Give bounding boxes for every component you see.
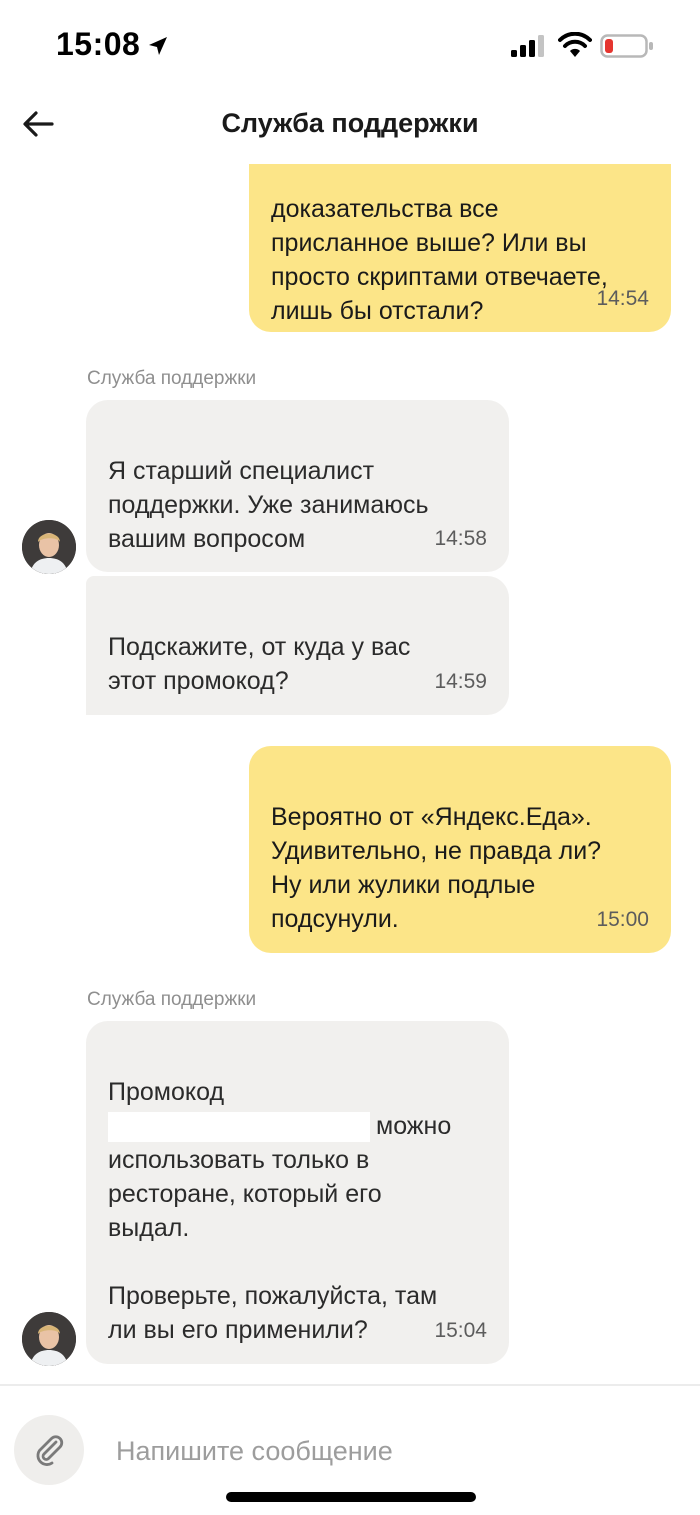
message-text-line: можно	[376, 1112, 452, 1140]
home-indicator[interactable]	[226, 1492, 476, 1502]
message-time: 14:59	[434, 670, 487, 693]
incoming-message[interactable]: Подскажите, от куда у вас этот промокод?…	[86, 576, 509, 715]
message-input[interactable]	[104, 1420, 664, 1482]
message-time: 15:00	[596, 908, 649, 931]
paperclip-icon	[36, 1435, 64, 1466]
page-title: Служба поддержки	[221, 108, 479, 138]
outgoing-message[interactable]: Вероятно от «Яндекс.Еда». Удивительно, н…	[249, 746, 671, 953]
composer-divider	[0, 1384, 700, 1386]
status-bar: 15:08	[0, 0, 700, 92]
status-time: 15:08	[56, 26, 141, 62]
support-agent-avatar[interactable]	[22, 1312, 76, 1366]
cellular-signal-icon	[511, 35, 544, 57]
redacted-promocode	[108, 1112, 370, 1143]
message-text-line: Промокод	[108, 1078, 225, 1106]
attach-button[interactable]	[14, 1415, 84, 1485]
incoming-message[interactable]: Промокод можно использовать только в рес…	[86, 1021, 509, 1364]
incoming-message[interactable]: Я старший специалист поддержки. Уже зани…	[86, 400, 509, 572]
message-time: 15:04	[434, 1319, 487, 1342]
message-time: 14:54	[596, 287, 649, 310]
wifi-icon	[558, 32, 592, 57]
location-arrow-icon	[149, 37, 167, 55]
sender-name: Служба поддержки	[87, 368, 257, 389]
avatar-photo	[22, 1312, 76, 1366]
sender-name: Служба поддержки	[87, 989, 257, 1010]
message-text-rest: использовать только в ресторане, который…	[108, 1146, 438, 1344]
message-text: Промокод можно использовать только в рес…	[86, 1055, 509, 1347]
outgoing-message[interactable]: доказательства все присланное выше? Или …	[249, 164, 671, 332]
chat-messages[interactable]: доказательства все присланное выше? Или …	[0, 164, 700, 1384]
battery-low-icon	[600, 34, 653, 58]
chat-header: Служба поддержки	[0, 92, 700, 164]
message-time: 14:58	[434, 527, 487, 550]
support-agent-avatar[interactable]	[22, 520, 76, 574]
avatar-photo	[22, 520, 76, 574]
